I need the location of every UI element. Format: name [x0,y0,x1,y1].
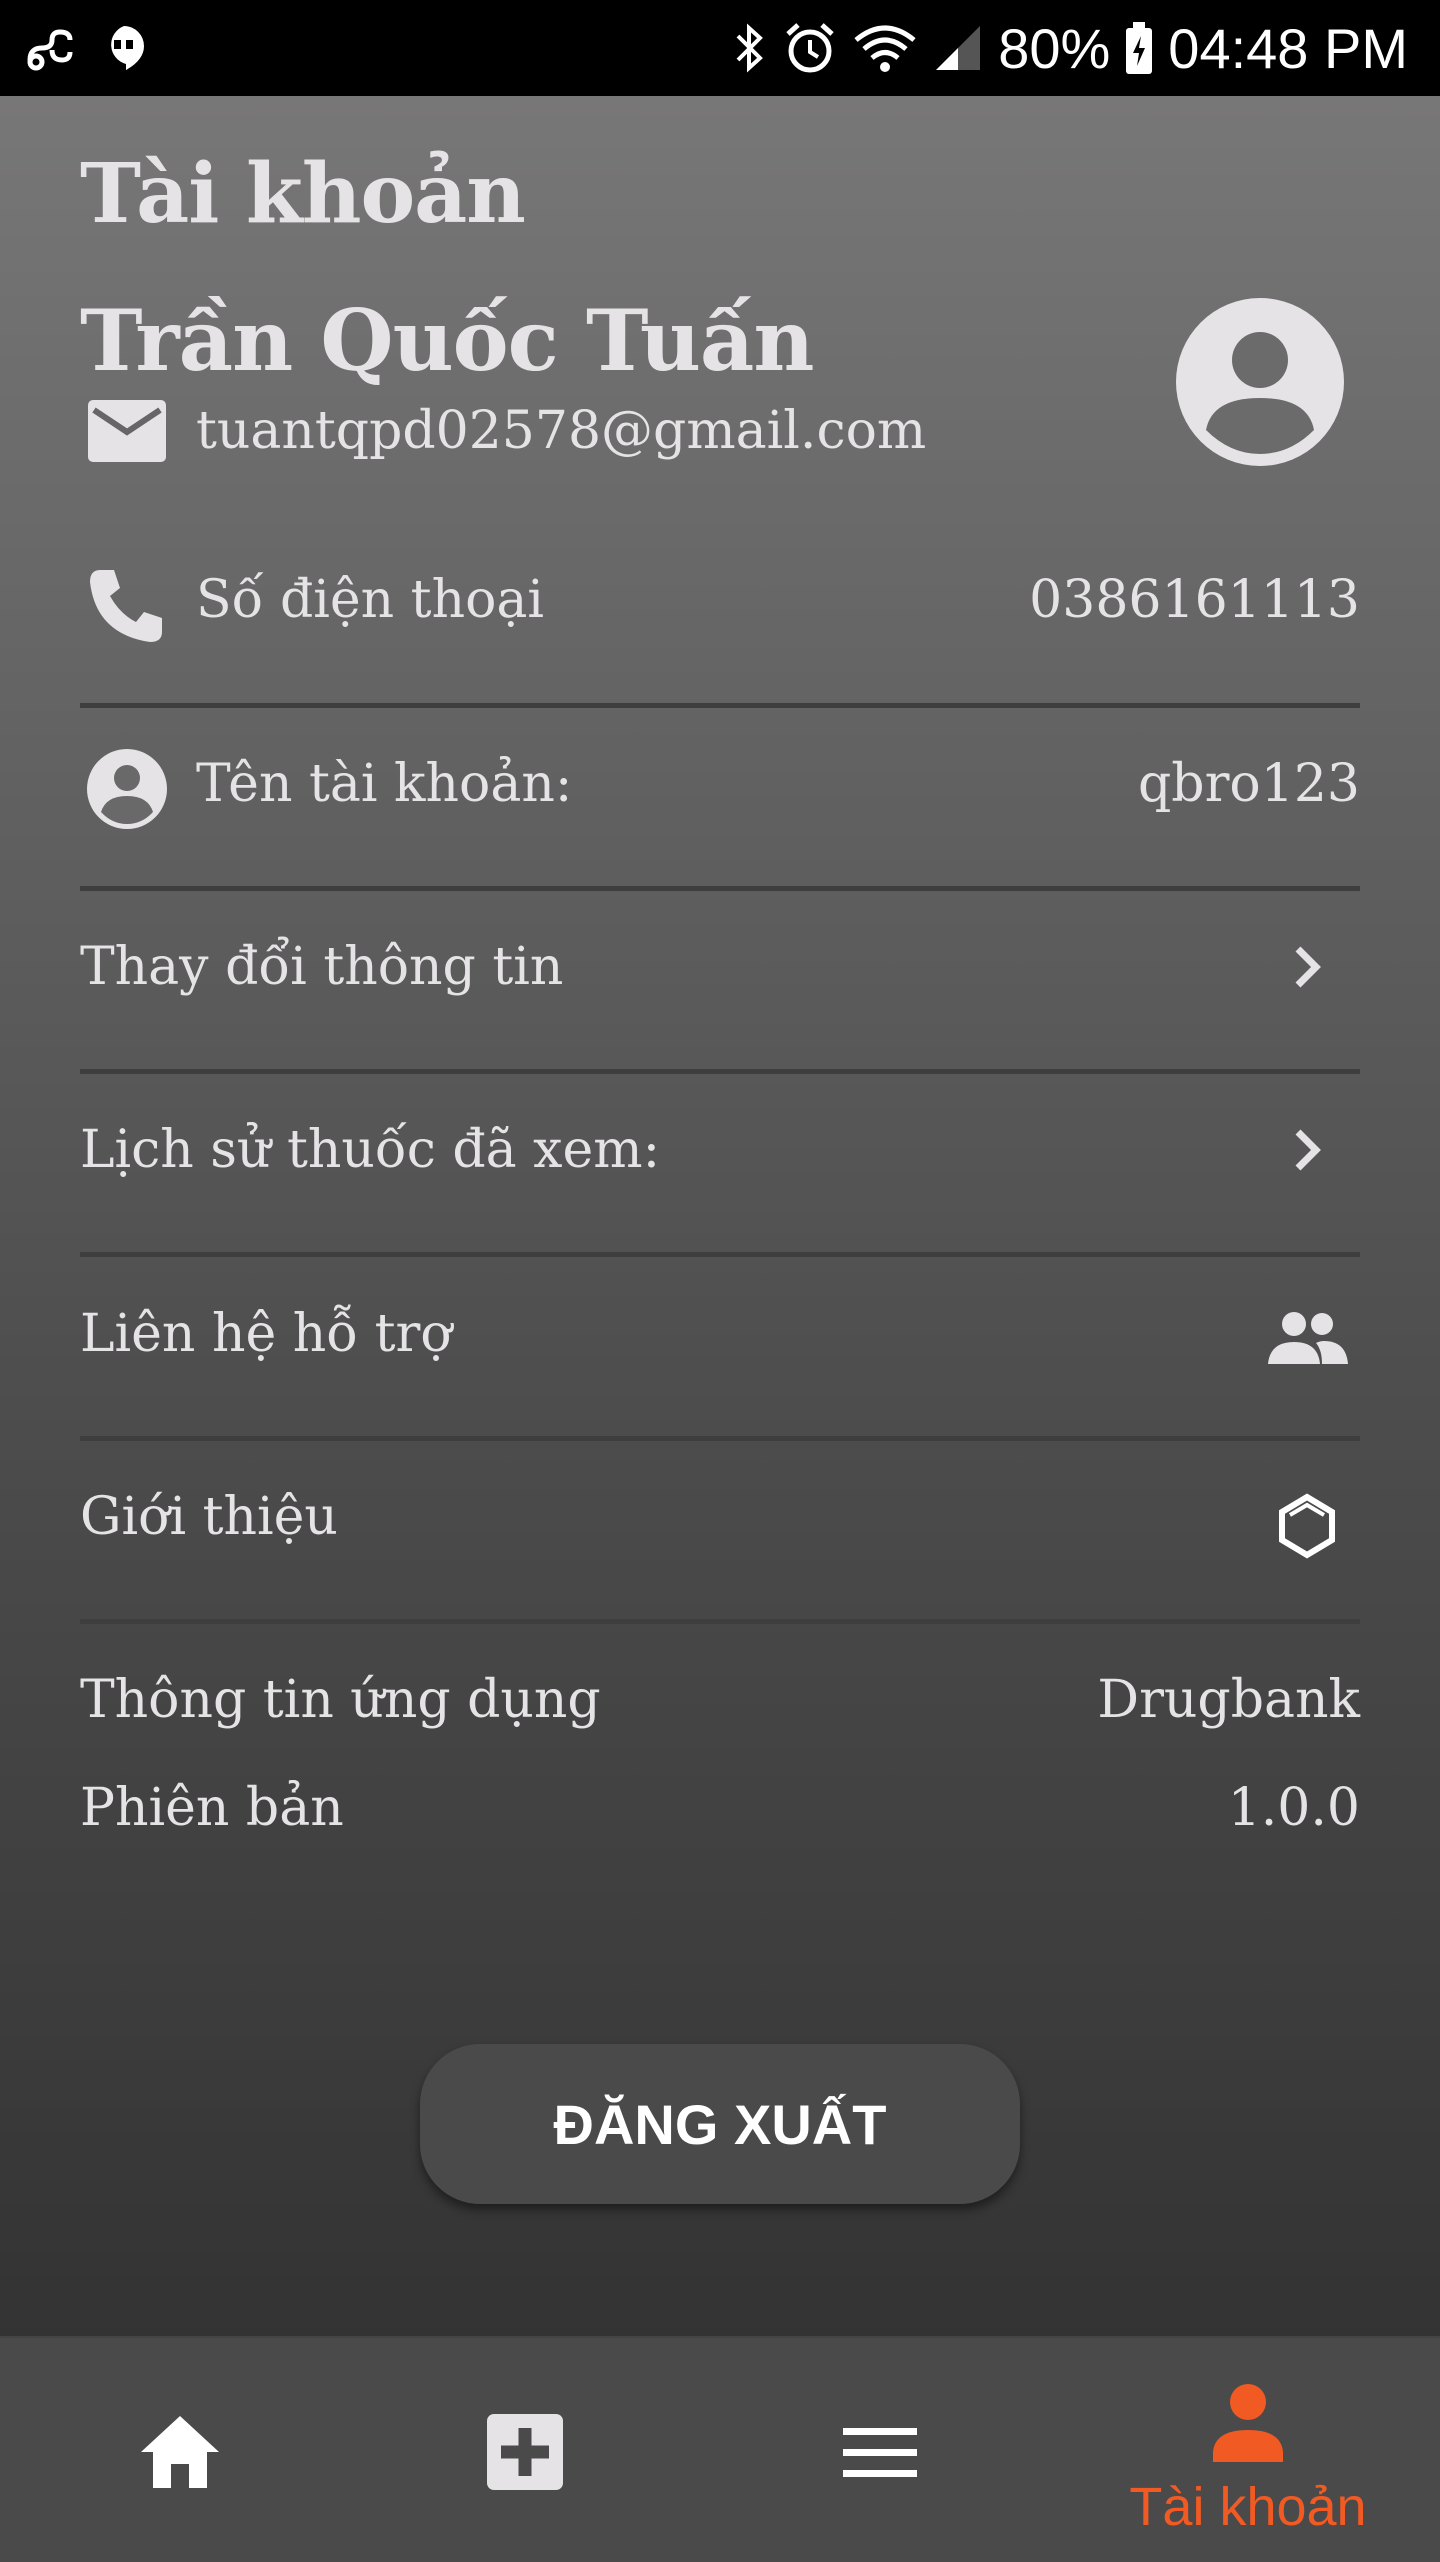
edit-info-row[interactable]: Thay đổi thông tin [80,913,1360,1023]
support-label: Liên hệ hỗ trợ [80,1304,452,1364]
divider [80,1619,1360,1624]
nav-account-label: Tài khoản [1129,2477,1367,2537]
logout-button[interactable]: ĐĂNG XUẤT [420,2044,1020,2204]
account-circle-icon [87,749,167,829]
hangouts-icon [111,26,144,70]
nav-account[interactable]: Tài khoản [1068,2338,1428,2562]
hexagon-icon [1279,1493,1335,1559]
chevron-right-icon [1295,946,1321,988]
nav-medicine[interactable] [346,2338,706,2562]
username-label: Tên tài khoản: [196,754,573,814]
person-icon [1213,2384,1283,2462]
version-row: Phiên bản 1.0.0 [80,1754,1360,1864]
user-name: Trần Quốc Tuấn [80,291,814,390]
app-info-row: Thông tin ứng dụng Drugbank [80,1646,1360,1756]
divider [80,1252,1360,1257]
edit-info-label: Thay đổi thông tin [80,937,564,997]
nav-home[interactable] [0,2338,360,2562]
battery-icon [1126,22,1153,74]
app-info-value: Drugbank [1097,1670,1360,1730]
about-row[interactable]: Giới thiệu [80,1463,1360,1573]
medical-plus-icon [487,2414,563,2490]
divider [80,886,1360,891]
email-text: tuantqpd02578@gmail.com [196,401,927,461]
home-icon [141,2416,219,2488]
divider [80,703,1360,708]
clock: 04:48 PM [1168,16,1408,80]
avatar-icon[interactable] [1176,298,1344,466]
status-bar: 80% 04:48 PM [0,0,1440,96]
history-row[interactable]: Lịch sử thuốc đã xem: [80,1096,1360,1206]
phone-row: Số điện thoại 0386161113 [80,546,1360,656]
account-screen: Tài khoản Trần Quốc Tuấn tuantqpd02578@g… [0,96,1440,2336]
version-value: 1.0.0 [1227,1778,1360,1838]
phone-label: Số điện thoại [196,570,545,630]
support-row[interactable]: Liên hệ hỗ trợ [80,1280,1360,1390]
link-icon [27,29,73,71]
divider [80,1069,1360,1074]
mail-icon [88,400,166,462]
page-title: Tài khoản [80,146,526,242]
app-info-label: Thông tin ứng dụng [80,1670,601,1730]
chevron-right-icon [1295,1129,1321,1171]
version-label: Phiên bản [80,1778,344,1838]
divider [80,1436,1360,1441]
group-icon [1268,1312,1348,1364]
wifi-icon [854,25,916,72]
battery-percent: 80% [998,16,1111,80]
phone-icon [90,570,162,642]
username-value: qbro123 [1138,754,1360,814]
about-label: Giới thiệu [80,1487,338,1547]
alarm-icon [786,23,834,73]
email-row: tuantqpd02578@gmail.com [86,396,926,466]
menu-icon [843,2428,917,2477]
signal-icon [936,26,981,70]
username-row: Tên tài khoản: qbro123 [80,730,1360,840]
history-label: Lịch sử thuốc đã xem: [80,1120,661,1180]
phone-value: 0386161113 [1029,570,1360,630]
nav-menu[interactable] [700,2338,1060,2562]
bluetooth-icon [736,23,764,73]
bottom-nav: Tài khoản [0,2336,1440,2562]
